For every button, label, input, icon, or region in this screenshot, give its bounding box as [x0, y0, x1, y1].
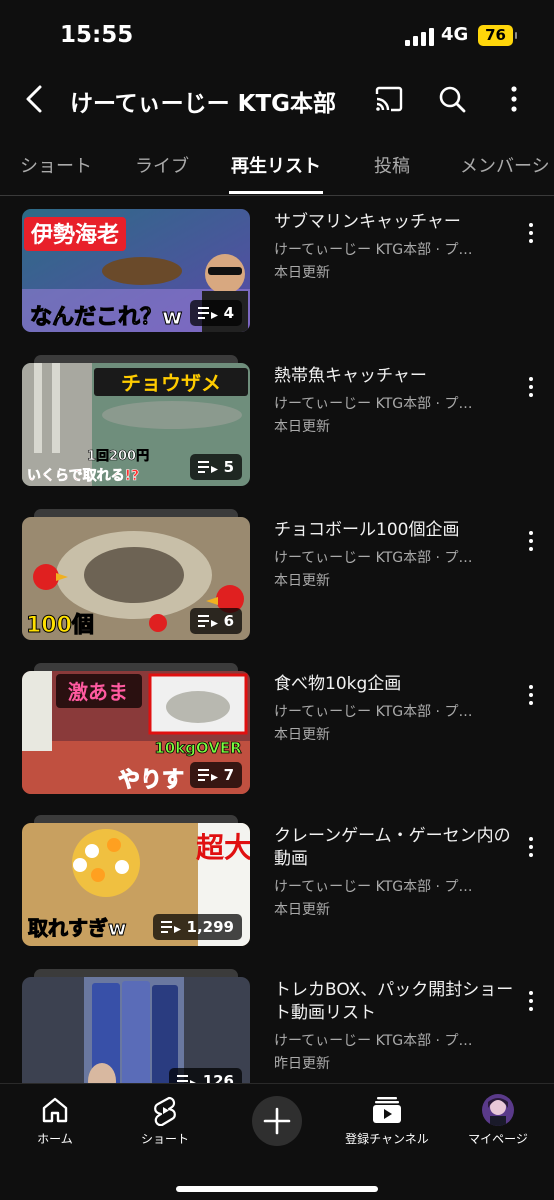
playlist-item[interactable]: チョウザメ 1回200円 いくらで取れる!? 5 熱帯魚キャッチャー けーてぃー…: [0, 355, 554, 503]
tab-membership[interactable]: メンバーシ: [460, 152, 550, 178]
playlist-title[interactable]: 熱帯魚キャッチャー: [274, 365, 514, 388]
playlist-icon: [197, 461, 218, 473]
playlist-icon: [176, 1075, 196, 1083]
nav-home[interactable]: ホーム: [0, 1094, 110, 1147]
playlist-title[interactable]: 食べ物10kg企画: [274, 673, 514, 696]
status-time: 15:55: [60, 22, 134, 48]
playlist-thumbnail[interactable]: 激あま 10kgOVER やりす 7: [22, 663, 250, 794]
thumb-caption: 10kgOVER: [154, 739, 242, 757]
status-bar: 15:55 4G 76: [0, 0, 554, 70]
nav-label: ショート: [140, 1132, 189, 1146]
playlist-updated: 本日更新: [274, 727, 330, 743]
back-arrow-icon[interactable]: [20, 84, 50, 114]
channel-title: けーてぃーじー KTG本部: [70, 91, 337, 117]
playlist-thumbnail[interactable]: 100個 6: [22, 509, 250, 640]
playlist-icon: [160, 921, 181, 933]
playlist-updated: 本日更新: [274, 419, 330, 435]
playlist-thumbnail[interactable]: 伊勢海老 なんだこれ？w 4: [22, 209, 250, 332]
network-type: 4G: [441, 24, 469, 45]
avatar-icon: [482, 1094, 514, 1126]
video-count-badge: 4: [189, 300, 242, 326]
more-vert-icon[interactable]: [524, 991, 538, 1011]
playlist-icon: [197, 307, 218, 319]
tab-live[interactable]: ライブ: [135, 152, 189, 178]
nav-shorts[interactable]: ショート: [110, 1094, 220, 1147]
playlist-thumbnail[interactable]: チョウザメ 1回200円 いくらで取れる!? 5: [22, 355, 250, 486]
video-count-badge: 1,299: [152, 914, 242, 940]
playlist-channel: けーてぃーじー KTG本部 · プ…: [274, 879, 473, 895]
thumb-caption: 1回200円: [87, 449, 149, 464]
more-vert-icon[interactable]: [524, 377, 538, 397]
video-count-badge: 6: [189, 608, 242, 634]
home-indicator: [176, 1186, 378, 1192]
app-header: けーてぃーじー KTG本部: [0, 70, 554, 130]
playlist-list[interactable]: 伊勢海老 なんだこれ？w 4 サブマリンキャッチャー けーてぃーじー KTG本部…: [0, 197, 554, 1083]
nav-label: 登録チャンネル: [345, 1132, 429, 1146]
playlist-title[interactable]: サブマリンキャッチャー: [274, 211, 514, 234]
playlist-item[interactable]: 100個 6 チョコボール100個企画 けーてぃーじー KTG本部 · プ… 本…: [0, 509, 554, 657]
playlist-thumbnail[interactable]: 126: [22, 969, 250, 1083]
thumb-caption: 超大: [196, 831, 250, 864]
video-count-badge: 7: [189, 762, 242, 788]
tab-shorts[interactable]: ショート: [20, 152, 92, 178]
video-count-badge: 5: [189, 454, 242, 480]
nav-subscriptions[interactable]: 登録チャンネル: [332, 1094, 442, 1147]
nav-label: ホーム: [37, 1132, 73, 1146]
create-plus-icon: [263, 1107, 291, 1135]
nav-label: マイページ: [468, 1132, 528, 1146]
video-count-badge: 126: [168, 1068, 242, 1083]
playlist-updated: 昨日更新: [274, 1056, 330, 1072]
playlist-thumbnail[interactable]: 超大 取れすぎw 1,299: [22, 815, 250, 946]
search-icon[interactable]: [437, 84, 467, 114]
thumb-caption: 取れすぎw: [28, 916, 126, 940]
bottom-navigation: ホーム ショート 登録チャンネル マイページ: [0, 1083, 554, 1200]
playlist-title[interactable]: トレカBOX、パック開封ショート動画リスト: [274, 979, 514, 1025]
playlist-title[interactable]: クレーンゲーム・ゲーセン内の動画: [274, 825, 514, 871]
shorts-icon: [154, 1096, 176, 1126]
more-vert-icon[interactable]: [499, 84, 529, 114]
thumb-caption: チョウザメ: [121, 371, 221, 395]
thumb-caption: 100個: [26, 613, 94, 638]
more-vert-icon[interactable]: [524, 531, 538, 551]
playlist-channel: けーてぃーじー KTG本部 · プ…: [274, 704, 473, 720]
subscriptions-icon: [373, 1097, 401, 1123]
playlist-channel: けーてぃーじー KTG本部 · プ…: [274, 1033, 473, 1049]
more-vert-icon[interactable]: [524, 837, 538, 857]
playlist-channel: けーてぃーじー KTG本部 · プ…: [274, 550, 473, 566]
tab-posts[interactable]: 投稿: [374, 152, 410, 178]
playlist-updated: 本日更新: [274, 902, 330, 918]
playlist-channel: けーてぃーじー KTG本部 · プ…: [274, 396, 473, 412]
playlist-item[interactable]: 超大 取れすぎw 1,299 クレーンゲーム・ゲーセン内の動画 けーてぃーじー …: [0, 815, 554, 963]
thumb-caption: 伊勢海老: [30, 222, 119, 248]
home-icon: [42, 1097, 68, 1123]
thumb-caption: やりす: [118, 768, 184, 793]
playlist-icon: [197, 615, 218, 627]
thumb-caption: なんだこれ？w: [30, 305, 182, 330]
playlist-item[interactable]: 激あま 10kgOVER やりす 7 食べ物10kg企画 けーてぃーじー KTG…: [0, 663, 554, 811]
more-vert-icon[interactable]: [524, 685, 538, 705]
thumb-caption: いくらで取れる!?: [27, 468, 139, 484]
playlist-channel: けーてぃーじー KTG本部 · プ…: [274, 242, 473, 258]
battery-icon: 76: [478, 25, 517, 46]
playlist-item[interactable]: 126 トレカBOX、パック開封ショート動画リスト けーてぃーじー KTG本部 …: [0, 969, 554, 1083]
thumb-caption: 激あま: [68, 680, 128, 704]
playlist-icon: [197, 769, 218, 781]
tab-playlists[interactable]: 再生リスト: [231, 152, 321, 178]
active-tab-indicator: [229, 191, 323, 194]
more-vert-icon[interactable]: [524, 223, 538, 243]
playlist-updated: 本日更新: [274, 265, 330, 281]
playlist-title[interactable]: チョコボール100個企画: [274, 519, 514, 542]
channel-tabs: ショート ライブ 再生リスト 投稿 メンバーシ: [0, 130, 554, 196]
create-button[interactable]: [252, 1096, 302, 1146]
playlist-updated: 本日更新: [274, 573, 330, 589]
playlist-item[interactable]: 伊勢海老 なんだこれ？w 4 サブマリンキャッチャー けーてぃーじー KTG本部…: [0, 209, 554, 349]
signal-icon: [405, 28, 435, 46]
cast-icon[interactable]: [374, 84, 404, 114]
nav-my-page[interactable]: マイページ: [443, 1094, 553, 1147]
